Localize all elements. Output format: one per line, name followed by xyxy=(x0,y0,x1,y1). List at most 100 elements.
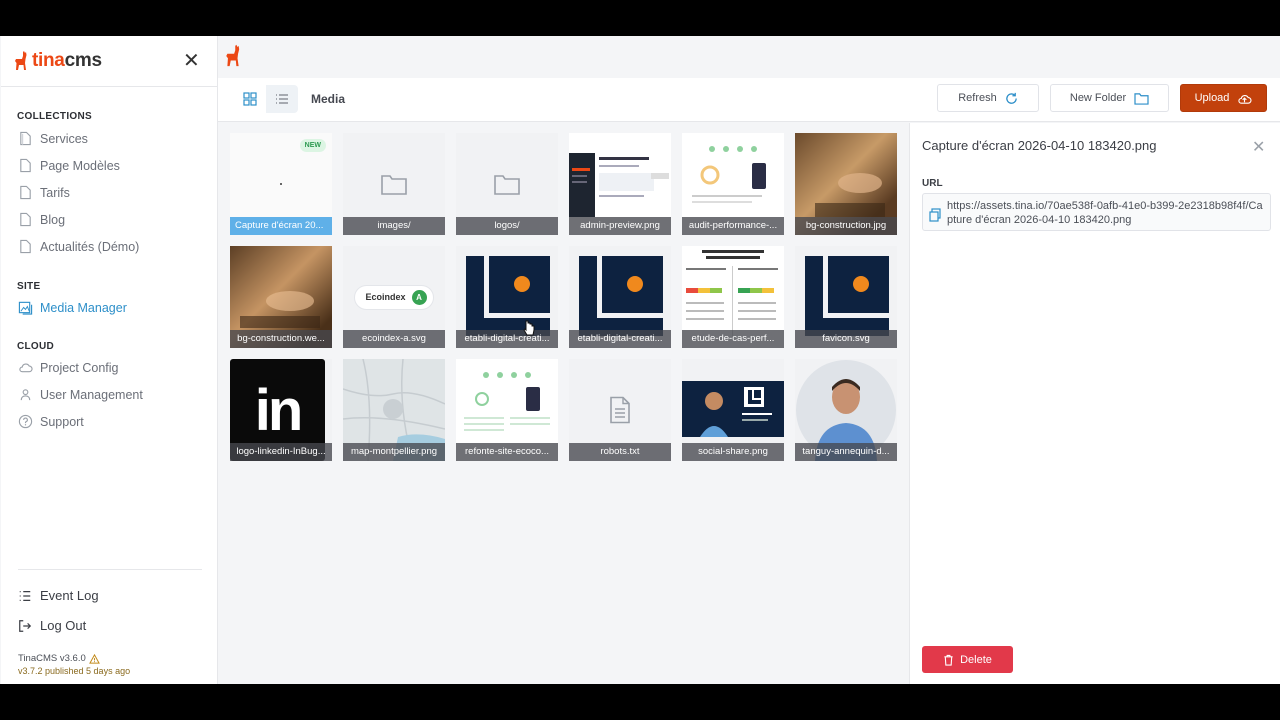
cloud-upload-icon xyxy=(1238,94,1252,104)
event-log-button[interactable]: Event Log xyxy=(18,588,99,603)
media-item-label: map-montpellier.png xyxy=(343,443,445,461)
sidebar-item-label: User Management xyxy=(40,387,143,402)
divider xyxy=(1,86,218,87)
upload-button[interactable]: Upload xyxy=(1180,84,1267,112)
media-item[interactable]: map-montpellier.png xyxy=(343,359,445,461)
list-view-button[interactable] xyxy=(266,85,298,113)
sidebar-item-actualites[interactable]: Actualités (Démo) xyxy=(18,239,139,254)
media-toolbar: Media Refresh New Folder Upload xyxy=(218,78,1280,122)
media-item-label: Capture d'écran 20... xyxy=(230,217,332,235)
media-detail-panel: Capture d'écran 2026-04-10 183420.png ✕ … xyxy=(909,123,1280,684)
media-item[interactable]: etude-de-cas-perf... xyxy=(682,246,784,348)
media-item-label: ecoindex-a.svg xyxy=(343,330,445,348)
app-frame: tinacms ✕ COLLECTIONS Services Page Modè… xyxy=(0,36,1280,684)
refresh-icon xyxy=(1006,92,1017,104)
list-icon xyxy=(276,94,288,104)
image-icon xyxy=(18,301,33,315)
cloud-heading: CLOUD xyxy=(17,341,55,352)
media-item[interactable]: Ecoindex A ecoindex-a.svg xyxy=(343,246,445,348)
media-item[interactable]: bg-construction.we... xyxy=(230,246,332,348)
site-heading: SITE xyxy=(17,281,41,292)
close-detail-button[interactable]: ✕ xyxy=(1252,137,1265,157)
media-item-label: etabli-digital-creati... xyxy=(456,330,558,348)
new-folder-label: New Folder xyxy=(1069,92,1127,104)
media-item-label: audit-performance-... xyxy=(682,217,784,235)
media-item[interactable]: refonte-site-ecoco... xyxy=(456,359,558,461)
upload-label: Upload xyxy=(1194,92,1230,104)
log-out-label: Log Out xyxy=(40,618,87,633)
linkedin-text: in xyxy=(254,377,304,443)
media-item-label: favicon.svg xyxy=(795,330,897,348)
media-item[interactable]: bg-construction.jpg xyxy=(795,133,897,235)
delete-button[interactable]: Delete xyxy=(922,646,1013,673)
media-item[interactable]: tanguy-annequin-d... xyxy=(795,359,897,461)
media-item[interactable]: audit-performance-... xyxy=(682,133,784,235)
sidebar-item-page-modeles[interactable]: Page Modèles xyxy=(18,158,120,173)
sidebar-item-label: Tarifs xyxy=(40,185,70,200)
folder-item[interactable]: logos/ xyxy=(456,133,558,235)
copy-icon[interactable] xyxy=(929,208,941,222)
llama-icon[interactable] xyxy=(224,44,242,68)
sidebar-item-media-manager[interactable]: Media Manager xyxy=(18,300,127,315)
media-item-label: admin-preview.png xyxy=(569,217,671,235)
refresh-button[interactable]: Refresh xyxy=(937,84,1039,112)
url-label: URL xyxy=(922,178,943,189)
sidebar-item-project-config[interactable]: Project Config xyxy=(18,360,119,375)
sidebar-item-blog[interactable]: Blog xyxy=(18,212,65,227)
sidebar-item-support[interactable]: Support xyxy=(18,414,84,429)
sidebar-item-label: Services xyxy=(40,131,88,146)
media-item[interactable]: in logo-linkedin-InBug... xyxy=(230,359,332,461)
brand-logo[interactable]: tinacms xyxy=(13,50,102,72)
media-item-label: bg-construction.we... xyxy=(230,330,332,348)
file-icon xyxy=(20,212,31,227)
file-icon xyxy=(20,131,31,146)
llama-icon xyxy=(15,51,27,70)
folder-item[interactable]: images/ xyxy=(343,133,445,235)
file-icon xyxy=(20,239,31,254)
url-field[interactable]: https://assets.tina.io/70ae538f-0afb-41e… xyxy=(922,193,1271,231)
media-item[interactable]: NEW Capture d'écran 20... xyxy=(230,133,332,235)
media-item[interactable]: robots.txt xyxy=(569,359,671,461)
sidebar-item-services[interactable]: Services xyxy=(18,131,88,146)
sidebar-item-user-management[interactable]: User Management xyxy=(18,387,143,402)
divider xyxy=(18,569,202,570)
log-out-button[interactable]: Log Out xyxy=(18,618,86,633)
page-title: Media xyxy=(311,92,346,106)
detail-filename: Capture d'écran 2026-04-10 183420.png xyxy=(922,138,1157,153)
ecoindex-grade: A xyxy=(411,289,427,305)
cloud-icon xyxy=(19,363,33,373)
new-badge: NEW xyxy=(299,139,326,152)
version-label: TinaCMS v3.6.0 xyxy=(18,653,86,664)
ecoindex-badge: Ecoindex A xyxy=(354,284,434,310)
sidebar-item-label: Media Manager xyxy=(40,300,127,315)
version-info: TinaCMS v3.6.0 xyxy=(18,653,100,664)
list-icon xyxy=(19,590,31,601)
file-icon xyxy=(20,185,31,200)
new-folder-button[interactable]: New Folder xyxy=(1050,84,1169,112)
media-item[interactable]: social-share.png xyxy=(682,359,784,461)
grid-view-button[interactable] xyxy=(234,85,266,113)
media-item[interactable]: admin-preview.png xyxy=(569,133,671,235)
media-item[interactable]: favicon.svg xyxy=(795,246,897,348)
media-item-label: logos/ xyxy=(456,217,558,235)
folder-icon xyxy=(494,175,520,195)
mouse-cursor xyxy=(523,320,535,336)
sidebar-item-label: Page Modèles xyxy=(40,158,120,173)
media-item-label: images/ xyxy=(343,217,445,235)
media-item-label: robots.txt xyxy=(569,443,671,461)
media-item-label: social-share.png xyxy=(682,443,784,461)
media-item-label: etabli-digital-creati... xyxy=(569,330,671,348)
brand-name: tinacms xyxy=(32,50,102,71)
document-icon xyxy=(610,396,630,424)
sidebar-item-tarifs[interactable]: Tarifs xyxy=(18,185,70,200)
warning-icon xyxy=(88,653,100,664)
sidebar-item-label: Blog xyxy=(40,212,66,227)
refresh-label: Refresh xyxy=(958,92,997,104)
media-item[interactable]: etabli-digital-creati... xyxy=(456,246,558,348)
event-log-label: Event Log xyxy=(40,588,99,603)
media-item[interactable]: etabli-digital-creati... xyxy=(569,246,671,348)
close-sidebar-button[interactable]: ✕ xyxy=(183,51,200,71)
ecoindex-text: Ecoindex xyxy=(365,292,406,302)
sidebar-item-label: Actualités (Démo) xyxy=(40,239,140,254)
sidebar: tinacms ✕ COLLECTIONS Services Page Modè… xyxy=(1,36,218,684)
